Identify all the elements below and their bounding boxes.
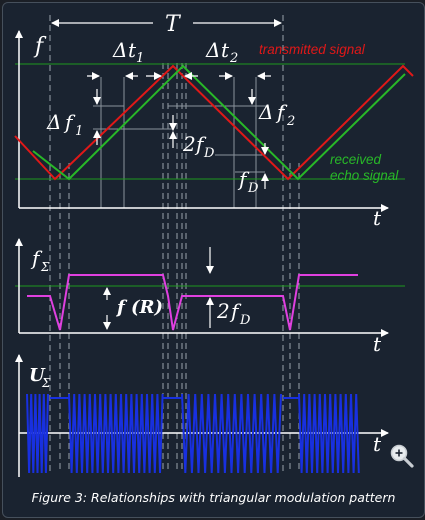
fmcw-diagram: T f t Δ t 1 Δ t 2 Δ f 1 Δ f 2 2 f D f D … xyxy=(14,12,414,477)
magnifier-zoom-icon[interactable] xyxy=(389,443,415,469)
delta-t1-symbol: Δ xyxy=(112,38,127,62)
t-axis-label-bottom: t xyxy=(373,432,382,456)
f2-subscript: 2 xyxy=(286,114,295,129)
f-sum-subscript: Σ xyxy=(40,260,50,274)
received-label-line2: echo signal xyxy=(330,168,399,183)
delta-t2-label: Δ t 2 xyxy=(205,38,238,66)
delta-f1-label: Δ f 1 xyxy=(46,110,83,139)
delta-t1-label: Δ t 1 xyxy=(112,38,144,66)
u-sum-subscript: Σ xyxy=(41,376,51,390)
fd-subscript-middle: D xyxy=(239,313,251,328)
delta-t2-symbol: Δ xyxy=(205,38,220,62)
two-fd-label-top: 2 f D xyxy=(182,132,215,161)
delta-f1-symbol: Δ xyxy=(46,110,61,134)
fd-subscript-small: D xyxy=(247,181,259,196)
two-fd-label-middle: 2 f D xyxy=(216,299,251,328)
f-sum-label: f Σ xyxy=(30,246,50,274)
u-sum-label: U Σ xyxy=(29,365,51,390)
t-axis-label-middle: t xyxy=(373,332,382,356)
delta-f2-label: Δ f 2 xyxy=(258,100,295,129)
two-symbol-top: 2 xyxy=(182,132,196,156)
t1-subscript: 1 xyxy=(136,51,144,66)
figure-caption: Figure 3: Relationships with triangular … xyxy=(31,490,396,505)
f-axis-label: f xyxy=(33,34,47,59)
f1-subscript: 1 xyxy=(75,124,83,139)
difference-frequency-line xyxy=(27,274,358,331)
transmitted-signal-label: transmitted signal xyxy=(259,42,366,57)
received-label-line1: received xyxy=(330,152,382,167)
delta-f2-symbol: Δ xyxy=(258,100,273,124)
diagram-frame: T f t Δ t 1 Δ t 2 Δ f 1 Δ f 2 2 f D f D … xyxy=(2,2,425,518)
t2-label: t xyxy=(221,38,230,62)
f-of-r-label: f (R) xyxy=(115,297,163,318)
two-symbol-middle: 2 xyxy=(216,299,230,323)
t-axis-label-top: t xyxy=(373,206,382,230)
t2-subscript: 2 xyxy=(229,51,238,66)
fd-subscript-top: D xyxy=(203,146,215,161)
period-label: T xyxy=(165,12,182,37)
